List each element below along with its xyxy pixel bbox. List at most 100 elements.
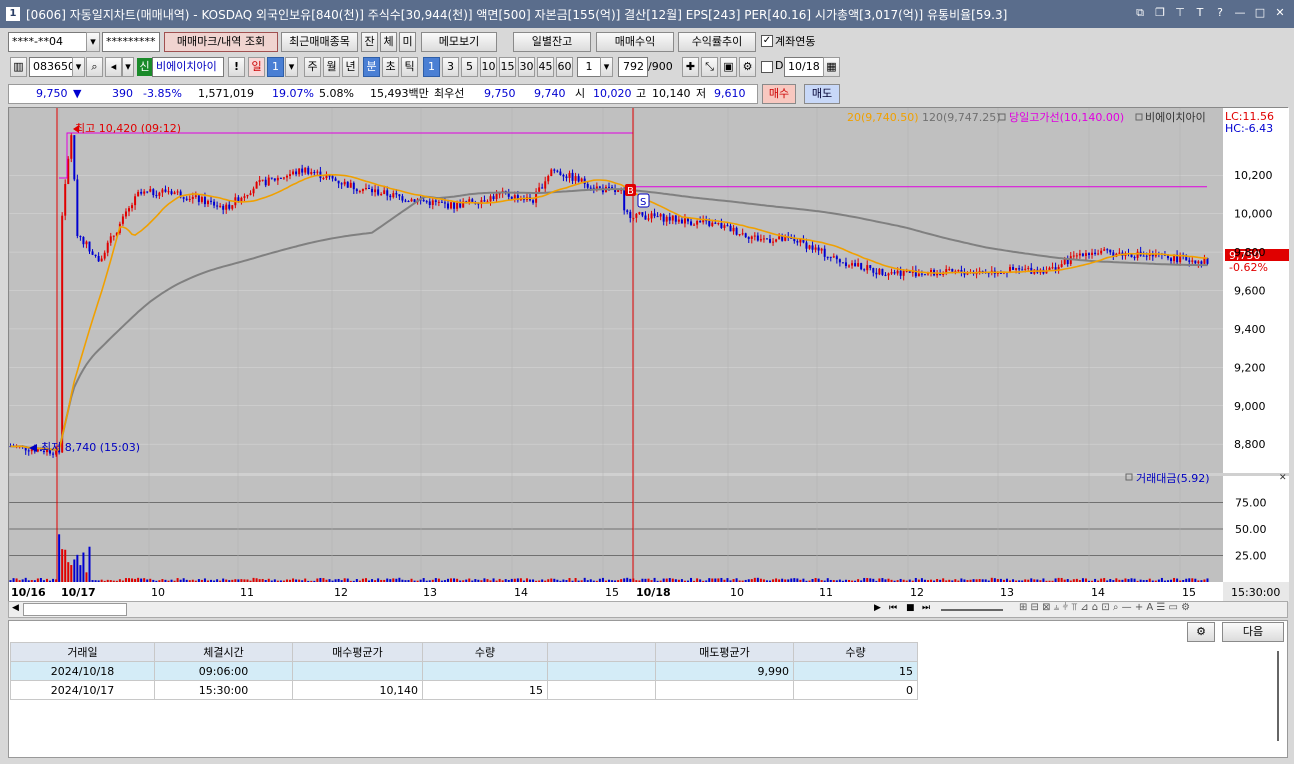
legend-stock-name[interactable]: 비에이치아이 [1145, 111, 1206, 124]
interval-10[interactable]: 10 [480, 57, 497, 77]
table-row[interactable]: 2024/10/18 09:06:00 9,990 15 [10, 661, 918, 681]
sell-button[interactable]: 매도 [804, 84, 840, 104]
interval-5[interactable]: 5 [461, 57, 478, 77]
period-year[interactable]: 년 [342, 57, 359, 77]
legend-ma120[interactable]: 120(9,747.25) [922, 111, 1001, 124]
daily-balance-button[interactable]: 일별잔고 [513, 32, 591, 52]
volume-bar [1197, 580, 1200, 582]
crosshair-icon[interactable]: ✚ [682, 57, 699, 77]
speaker-icon[interactable]: ◂ [105, 57, 122, 77]
interval-60[interactable]: 60 [556, 57, 573, 77]
alert-icon[interactable]: ! [228, 57, 245, 77]
buy-marker[interactable]: B [625, 184, 636, 197]
col-buy-qty[interactable]: 수량 [422, 642, 548, 662]
candle-body [820, 248, 823, 251]
count-input[interactable]: 792 [618, 57, 648, 77]
candle-body [769, 238, 772, 243]
volume-bar [1130, 578, 1133, 582]
scroll-thumb[interactable] [23, 603, 127, 616]
tab-executed[interactable]: 체 [380, 32, 397, 52]
volume-close-icon[interactable]: ✕ [1279, 473, 1287, 483]
code-dropdown-icon[interactable]: ▾ [72, 57, 85, 77]
tab-unfilled[interactable]: 미 [399, 32, 416, 52]
buy-button[interactable]: 매수 [762, 84, 796, 104]
date-checkbox[interactable] [761, 61, 773, 73]
volume-bar [747, 579, 750, 582]
first-icon[interactable]: ⏮ [889, 603, 897, 613]
date-input[interactable]: 10/18 [784, 57, 824, 77]
interval-input[interactable]: 1 [577, 57, 601, 77]
search-icon[interactable]: ⌕ [86, 57, 103, 77]
interval-3[interactable]: 3 [442, 57, 459, 77]
legend-ma20[interactable]: 20(9,740.50) [847, 111, 919, 124]
last-icon[interactable]: ⏭ [922, 603, 930, 613]
table-row[interactable]: 2024/10/17 15:30:00 10,140 15 0 [10, 680, 918, 700]
col-sell-qty[interactable]: 수량 [793, 642, 918, 662]
col-trade-date[interactable]: 거래일 [10, 642, 155, 662]
volume-bar [70, 565, 73, 582]
panel-scrollbar[interactable] [1277, 651, 1279, 741]
maximize-icon[interactable]: □ [1254, 6, 1266, 20]
period-second[interactable]: 초 [382, 57, 399, 77]
zoom-slider[interactable] [941, 609, 1003, 611]
col-exec-time[interactable]: 체결시간 [154, 642, 293, 662]
font-icon[interactable]: T [1194, 6, 1206, 20]
period-num[interactable]: 1 [267, 57, 284, 77]
interval-15[interactable]: 15 [499, 57, 516, 77]
pin-icon[interactable]: ⊤ [1174, 6, 1186, 20]
tool-icon[interactable]: ⤡ [701, 57, 718, 77]
panel-settings-icon[interactable]: ⚙ [1187, 622, 1215, 642]
col-sell-avg[interactable]: 매도평균가 [655, 642, 794, 662]
sell-marker[interactable]: S [637, 193, 650, 208]
volume-bar [960, 578, 963, 582]
return-trend-button[interactable]: 수익률추이 [678, 32, 756, 52]
account-dropdown-icon[interactable]: ▾ [86, 32, 100, 52]
volume-bar [714, 578, 717, 582]
scroll-left-icon[interactable]: ◀ [12, 603, 19, 613]
account-link-checkbox[interactable]: ✓ [761, 35, 773, 47]
interval-dropdown-icon[interactable]: ▾ [600, 57, 613, 77]
interval-45[interactable]: 45 [537, 57, 554, 77]
volume-bar [693, 580, 696, 582]
interval-30[interactable]: 30 [518, 57, 535, 77]
stop-icon[interactable]: ■ [906, 603, 915, 613]
period-minute[interactable]: 분 [363, 57, 380, 77]
recent-trades-button[interactable]: 최근매매종목 [281, 32, 358, 52]
stock-code-input[interactable]: 083650 [29, 57, 74, 77]
period-month[interactable]: 월 [323, 57, 340, 77]
price-chart[interactable]: 최고 10,420 (09:12) 최저 8,740 (15:03) B S 2… [8, 107, 1289, 602]
period-day[interactable]: 일 [248, 57, 265, 77]
stock-name-field[interactable]: 비에이치아이 [152, 57, 224, 77]
volume-bar [656, 580, 659, 582]
memo-button[interactable]: 메모보기 [421, 32, 497, 52]
next-button[interactable]: 다음 [1222, 622, 1284, 642]
help-icon[interactable]: ? [1214, 6, 1226, 20]
save-icon[interactable]: ▣ [720, 57, 737, 77]
calendar-icon[interactable]: ▦ [823, 57, 840, 77]
scroll-right-icon[interactable]: ▶ [874, 603, 881, 613]
col-blank[interactable] [547, 642, 656, 662]
password-field[interactable]: ********* [102, 32, 160, 52]
trade-mark-button[interactable]: 매매마크/내역 조회 [164, 32, 278, 52]
chart-type-icon[interactable]: ▥ [10, 57, 27, 77]
pane-splitter[interactable] [9, 473, 1289, 476]
tab-balance[interactable]: 잔 [361, 32, 378, 52]
speaker-dropdown-icon[interactable]: ▾ [122, 57, 134, 77]
interval-1[interactable]: 1 [423, 57, 440, 77]
legend-dayhigh[interactable]: 당일고가선(10,140.00) [1009, 110, 1124, 124]
volume-legend[interactable]: 거래대금(5.92) [1136, 472, 1210, 485]
candle-body [714, 222, 717, 224]
col-buy-avg[interactable]: 매수평균가 [292, 642, 423, 662]
period-dropdown-icon[interactable]: ▾ [285, 57, 298, 77]
trade-profit-button[interactable]: 매매수익 [596, 32, 674, 52]
volume-bar [173, 580, 176, 582]
period-week[interactable]: 주 [304, 57, 321, 77]
account-select[interactable]: ****-**04 [8, 32, 88, 52]
period-tick[interactable]: 틱 [401, 57, 418, 77]
close-icon[interactable]: ✕ [1274, 6, 1286, 20]
settings-gear-icon[interactable]: ⚙ [739, 57, 756, 77]
minimize-icon[interactable]: — [1234, 6, 1246, 20]
drawing-tools-icon[interactable]: ⊞ ⊟ ⊠ ⫨ ⫩ ⫪ ⊿ ⌂ ⊡ ⌕ — + A ☰ ▭ ⚙ [1019, 602, 1190, 613]
copy-icon[interactable]: ❐ [1154, 6, 1166, 20]
link-icon[interactable]: ⧉ [1134, 6, 1146, 20]
